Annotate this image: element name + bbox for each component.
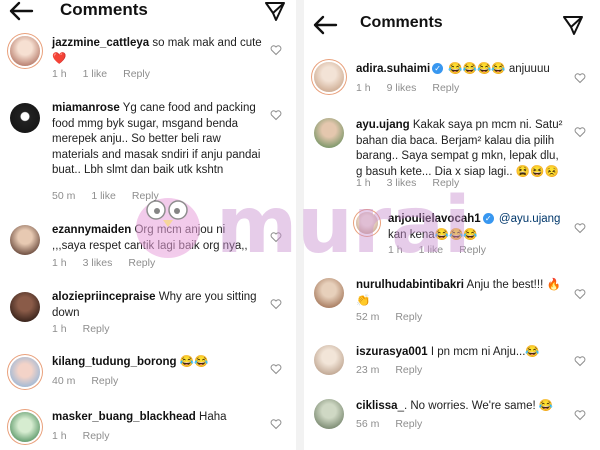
username[interactable]: miamanrose xyxy=(52,102,120,114)
avatar[interactable] xyxy=(314,62,344,92)
heart-outline-icon[interactable] xyxy=(270,231,282,243)
comment-time: 1 h xyxy=(52,68,67,80)
avatar[interactable] xyxy=(10,357,40,387)
reply-button[interactable]: Reply xyxy=(83,323,110,335)
username[interactable]: adira.suhaimi xyxy=(356,63,430,75)
heart-outline-icon[interactable] xyxy=(574,288,586,300)
arrow-left-icon[interactable] xyxy=(312,14,338,36)
comment-time: 56 m xyxy=(356,418,380,430)
comment-time: 50 m xyxy=(52,190,76,202)
reply-button[interactable]: Reply xyxy=(459,244,486,256)
heart-outline-icon[interactable] xyxy=(270,109,282,121)
avatar[interactable] xyxy=(356,212,378,234)
username[interactable]: nurulhudabintibakri xyxy=(356,279,464,291)
comment-text: 😂😂😂😂 anjuuuu xyxy=(448,63,550,75)
comment-time: 1 h xyxy=(388,244,403,256)
send-icon[interactable] xyxy=(264,0,286,22)
likes-count[interactable]: 9 likes xyxy=(387,82,417,94)
mention-link[interactable]: @ayu.ujang xyxy=(499,213,561,225)
left-header: Comments xyxy=(0,0,296,40)
right-comments-panel: Comments adira.suhaimi ✓ 😂😂😂😂 anjuuuu 1 h… xyxy=(304,0,600,450)
heart-outline-icon[interactable] xyxy=(270,298,282,310)
avatar[interactable] xyxy=(314,118,344,148)
likes-count[interactable]: 1 like xyxy=(91,190,116,202)
likes-count[interactable]: 3 likes xyxy=(83,257,113,269)
page-title: Comments xyxy=(360,14,443,31)
comment-time: 1 h xyxy=(356,177,371,189)
likes-count[interactable]: 3 likes xyxy=(387,177,417,189)
username[interactable]: jazzmine_cattleya xyxy=(52,37,149,49)
username[interactable]: anjoulielavocah1 xyxy=(388,213,481,225)
heart-outline-icon[interactable] xyxy=(574,72,586,84)
heart-outline-icon[interactable] xyxy=(574,355,586,367)
reply-button[interactable]: Reply xyxy=(432,82,459,94)
reply-button[interactable]: Reply xyxy=(128,257,155,269)
verified-badge-icon: ✓ xyxy=(482,213,494,225)
username[interactable]: ciklissa xyxy=(356,400,398,412)
avatar[interactable] xyxy=(314,278,344,308)
comment-text: kan kena😂😂😂 xyxy=(388,228,478,241)
heart-outline-icon[interactable] xyxy=(574,409,586,421)
avatar[interactable] xyxy=(10,36,40,66)
avatar[interactable] xyxy=(10,103,40,133)
heart-outline-icon[interactable] xyxy=(270,44,282,56)
likes-count[interactable]: 1 like xyxy=(419,244,444,256)
comment-time: 1 h xyxy=(52,257,67,269)
heart-outline-icon[interactable] xyxy=(270,418,282,430)
reply-button[interactable]: Reply xyxy=(83,430,110,442)
comment-time: 40 m xyxy=(52,375,76,387)
username[interactable]: masker_buang_blackhead xyxy=(52,411,196,423)
avatar[interactable] xyxy=(10,225,40,255)
right-header: Comments xyxy=(304,0,600,50)
comment-time: 1 h xyxy=(52,430,67,442)
avatar[interactable] xyxy=(10,292,40,322)
comment-text: Haha xyxy=(199,411,227,423)
send-icon[interactable] xyxy=(562,14,584,36)
username[interactable]: iszurasya001 xyxy=(356,346,428,358)
heart-outline-icon[interactable] xyxy=(574,222,586,234)
comment-text: I pn mcm ni Anju...😂 xyxy=(430,346,540,358)
page-title: Comments xyxy=(60,0,148,19)
comment-time: 1 h xyxy=(356,82,371,94)
comment-text: _. No worries. We're same! 😂 xyxy=(397,400,554,412)
likes-count[interactable]: 1 like xyxy=(83,68,108,80)
verified-badge-icon: ✓ xyxy=(432,63,444,75)
avatar[interactable] xyxy=(10,412,40,442)
username[interactable]: ayu.ujang xyxy=(356,119,410,131)
reply-button[interactable]: Reply xyxy=(132,190,159,202)
avatar[interactable] xyxy=(314,345,344,375)
reply-button[interactable]: Reply xyxy=(123,68,150,80)
heart-outline-icon[interactable] xyxy=(270,363,282,375)
comment-time: 23 m xyxy=(356,364,380,376)
username[interactable]: ezannymaiden xyxy=(52,224,131,236)
heart-outline-icon[interactable] xyxy=(574,126,586,138)
reply-button[interactable]: Reply xyxy=(395,418,422,430)
comment-text: 😂😂 xyxy=(179,356,209,368)
reply-button[interactable]: Reply xyxy=(432,177,459,189)
username[interactable]: aloziepriincepraise xyxy=(52,291,156,303)
comment-time: 52 m xyxy=(356,311,380,323)
username[interactable]: kilang_tudung_borong xyxy=(52,356,177,368)
comment-time: 1 h xyxy=(52,323,67,335)
reply-button[interactable]: Reply xyxy=(395,364,422,376)
left-comments-panel: Comments jazzmine_cattleya so mak mak an… xyxy=(0,0,296,450)
reply-button[interactable]: Reply xyxy=(395,311,422,323)
arrow-left-icon[interactable] xyxy=(8,0,34,22)
panel-divider xyxy=(296,0,304,450)
avatar[interactable] xyxy=(314,399,344,429)
reply-button[interactable]: Reply xyxy=(91,375,118,387)
